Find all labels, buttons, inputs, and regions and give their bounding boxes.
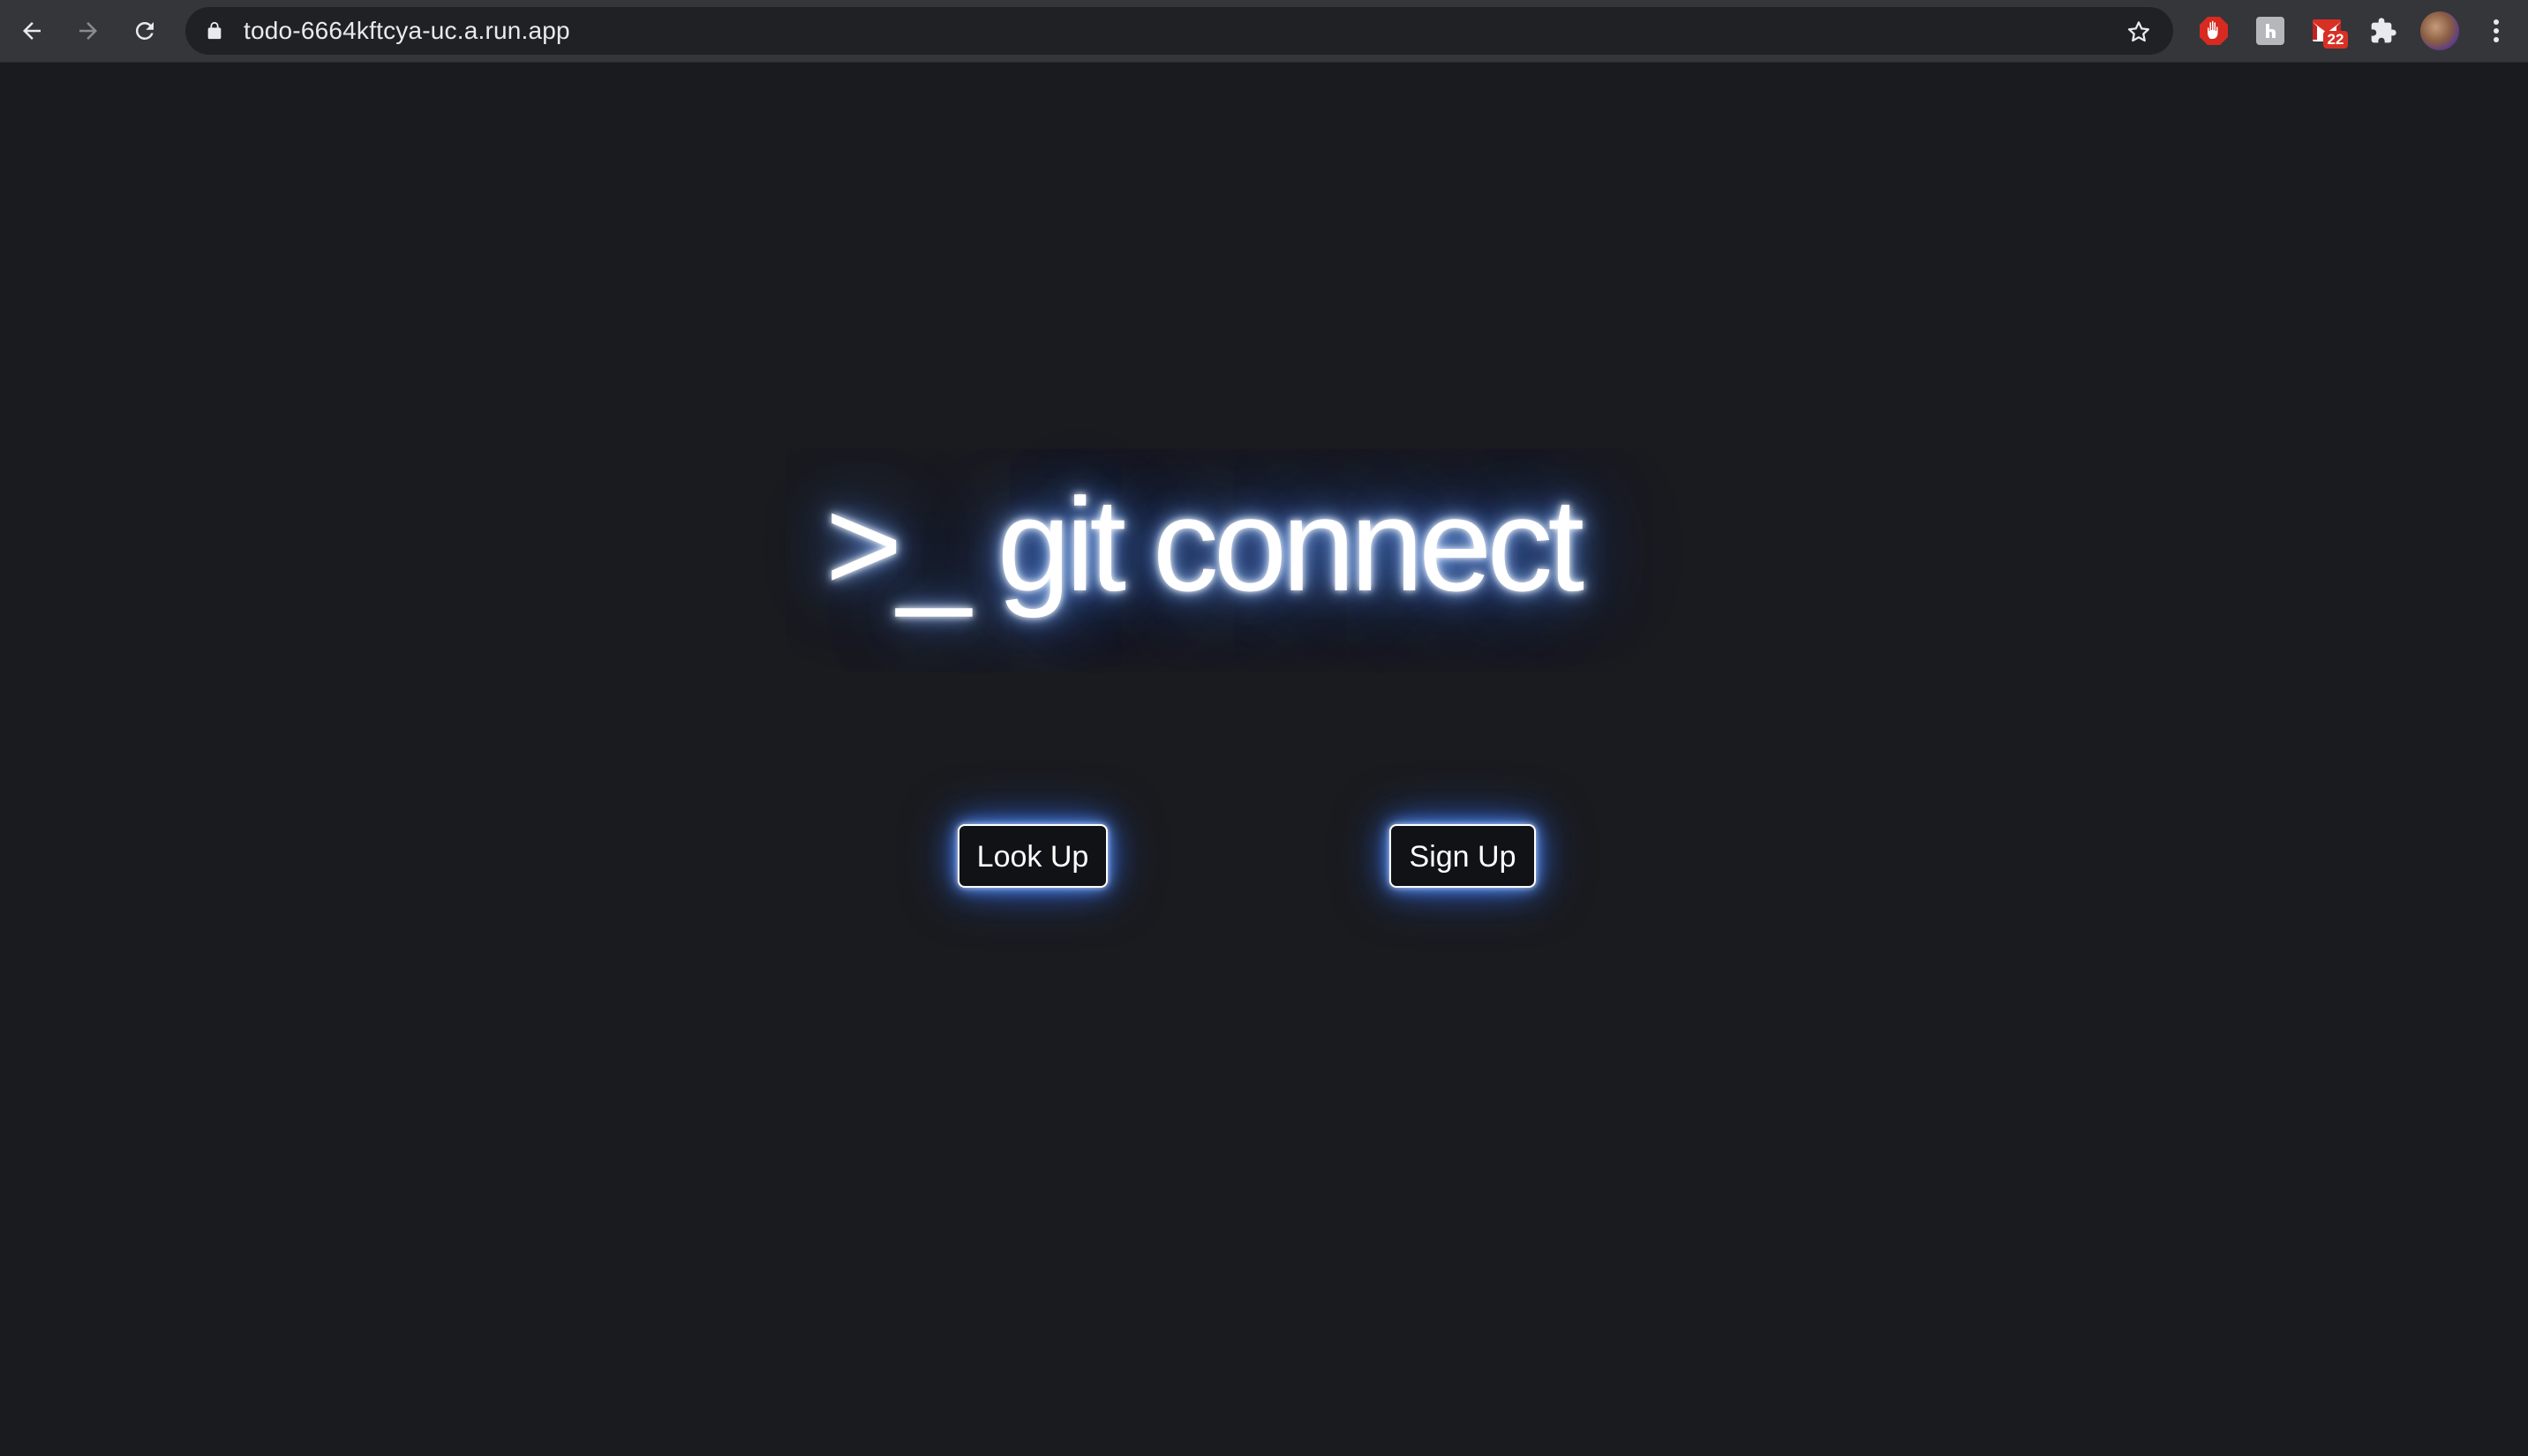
sign-up-button[interactable]: Sign Up <box>1389 824 1536 888</box>
lock-icon <box>207 21 222 40</box>
back-button[interactable] <box>12 11 51 50</box>
kebab-menu-icon <box>2494 19 2499 42</box>
forward-arrow-icon <box>79 22 97 40</box>
grey-square-extension-icon <box>2256 17 2284 45</box>
reload-button[interactable] <box>125 11 164 50</box>
browser-toolbar: todo-6664kftcya-uc.a.run.app 22 <box>0 0 2528 63</box>
mail-count-badge: 22 <box>2323 31 2348 49</box>
back-arrow-icon <box>23 22 41 40</box>
grey-extension-button[interactable] <box>2251 11 2290 50</box>
url-text[interactable]: todo-6664kftcya-uc.a.run.app <box>244 7 570 55</box>
look-up-button[interactable]: Look Up <box>958 824 1108 888</box>
stop-hand-extension-button[interactable] <box>2194 11 2233 50</box>
puzzle-piece-icon <box>2371 18 2396 43</box>
star-icon[interactable] <box>2125 19 2152 45</box>
reload-icon <box>135 21 154 40</box>
mail-extension-button[interactable]: 22 <box>2307 11 2348 50</box>
browser-menu-button[interactable] <box>2477 11 2516 50</box>
page-content: >_ git connect Look Up Sign Up <box>0 63 2528 1456</box>
extensions-button[interactable] <box>2364 11 2403 50</box>
stop-hand-extension-icon <box>2200 17 2228 45</box>
avatar[interactable] <box>2420 11 2459 50</box>
app-title: >_ git connect <box>824 470 1584 619</box>
forward-button[interactable] <box>69 11 108 50</box>
address-bar[interactable]: todo-6664kftcya-uc.a.run.app <box>185 7 2173 55</box>
app-logo: >_ git connect <box>0 469 2528 621</box>
